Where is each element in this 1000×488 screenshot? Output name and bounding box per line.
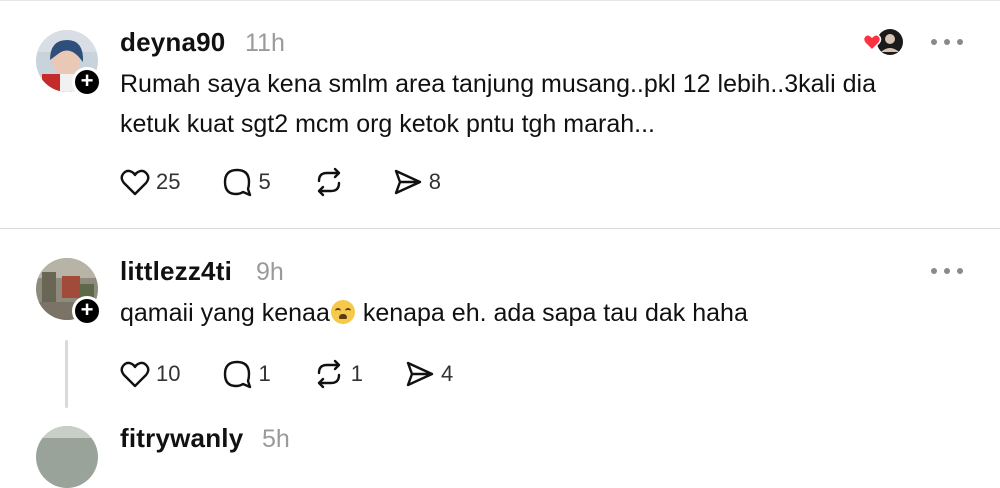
heart-icon <box>120 169 150 196</box>
comment-count: 5 <box>258 169 271 194</box>
like-button[interactable]: 25 <box>120 168 180 196</box>
action-bar: 25 5 8 <box>120 167 483 197</box>
username[interactable]: littlezz4ti <box>120 256 232 287</box>
thread-line <box>65 340 68 408</box>
follow-button[interactable]: + <box>72 296 102 326</box>
follow-button[interactable]: + <box>72 67 102 97</box>
post-divider <box>0 228 1000 229</box>
post-text: Rumah saya kena smlm area tanjung musang… <box>120 64 876 144</box>
post-text-start: qamaii yang kenaa <box>120 299 330 327</box>
repost-icon <box>317 167 340 197</box>
heart-icon <box>120 361 150 388</box>
post-time: 11h <box>245 29 285 57</box>
share-icon <box>394 169 421 195</box>
like-button[interactable]: 10 <box>120 360 180 388</box>
comment-count: 1 <box>258 361 271 386</box>
username[interactable]: deyna90 <box>120 27 225 58</box>
repost-button[interactable] <box>313 167 351 197</box>
share-button[interactable]: 8 <box>393 168 441 196</box>
like-count: 25 <box>156 169 181 194</box>
post-time: 9h <box>256 258 284 286</box>
post-text: qamaii yang kenaa kenapa eh. ada sapa ta… <box>120 293 748 333</box>
plus-icon: + <box>80 68 94 93</box>
share-count: 4 <box>440 361 454 386</box>
repost-count: 1 <box>350 361 363 386</box>
post-text-line-2: ketuk kuat sgt2 mcm org ketok pntu tgh m… <box>120 110 655 138</box>
comment-button[interactable]: 1 <box>222 359 271 389</box>
more-options-button[interactable] <box>931 266 965 276</box>
avatar[interactable] <box>36 426 98 488</box>
share-icon <box>406 361 434 387</box>
crying-face-emoji <box>330 300 355 324</box>
comment-icon <box>224 168 252 197</box>
post-text-end: kenapa eh. ada sapa tau dak haha <box>355 299 748 327</box>
action-bar: 10 1 1 4 <box>120 359 495 389</box>
repost-button[interactable]: 1 <box>313 359 363 389</box>
plus-icon: + <box>80 297 94 322</box>
like-count: 10 <box>156 361 181 386</box>
top-border <box>0 0 1000 1</box>
repost-icon <box>317 359 340 389</box>
post-time: 5h <box>262 425 290 453</box>
comment-icon <box>224 360 252 389</box>
username[interactable]: fitrywanly <box>120 423 243 454</box>
comment-button[interactable]: 5 <box>222 167 271 197</box>
more-options-button[interactable] <box>931 37 965 47</box>
share-count: 8 <box>428 169 441 194</box>
liked-by-avatars[interactable] <box>862 28 904 56</box>
share-button[interactable]: 4 <box>405 360 453 388</box>
post-text-line-1: Rumah saya kena smlm area tanjung musang… <box>120 70 876 98</box>
